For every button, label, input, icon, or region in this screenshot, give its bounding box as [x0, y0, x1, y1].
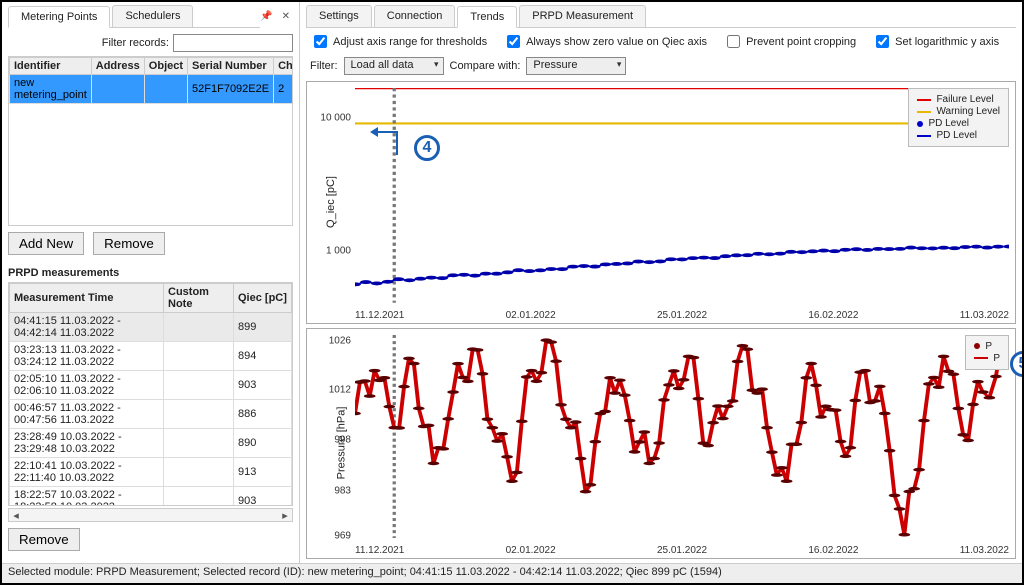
remove-measurement-button[interactable]: Remove [8, 528, 80, 551]
compare-combo[interactable]: Pressure [526, 57, 626, 75]
col-custom-note[interactable]: Custom Note [164, 284, 234, 313]
tab-metering-points[interactable]: Metering Points [8, 6, 110, 28]
right-panel: Settings Connection Trends PRPD Measurem… [300, 2, 1022, 563]
table-row[interactable]: 03:23:13 11.03.2022 - 03:24:12 11.03.202… [10, 342, 292, 371]
col-address[interactable]: Address [91, 58, 144, 75]
table-row[interactable]: new metering_point52F1F7092E2E2 [10, 75, 294, 104]
pressure-chart[interactable]: Pressure [hPa] 10261012998983969 11.12.2… [306, 328, 1016, 559]
horizontal-scrollbar[interactable]: ◂▸ [8, 508, 293, 522]
table-row[interactable]: 04:41:15 11.03.2022 - 04:42:14 11.03.202… [10, 313, 292, 342]
opt-adjust-axis[interactable]: Adjust axis range for thresholds [310, 32, 487, 51]
qiec-legend: Failure Level Warning Level PD Level PD … [908, 88, 1009, 147]
tab-schedulers[interactable]: Schedulers [112, 5, 193, 27]
col-identifier[interactable]: Identifier [10, 58, 92, 75]
table-row[interactable]: 00:46:57 11.03.2022 - 00:47:56 11.03.202… [10, 400, 292, 429]
filter-label-2: Filter: [310, 60, 338, 72]
opt-log-y[interactable]: Set logarithmic y axis [872, 32, 999, 51]
opt-prevent-crop[interactable]: Prevent point cropping [723, 32, 856, 51]
filter-input[interactable] [173, 34, 293, 52]
tab-settings[interactable]: Settings [306, 5, 372, 27]
table-row[interactable]: 02:05:10 11.03.2022 - 02:06:10 11.03.202… [10, 371, 292, 400]
tab-connection[interactable]: Connection [374, 5, 456, 27]
compare-label: Compare with: [450, 60, 521, 72]
table-row[interactable]: 18:22:57 10.03.2022 - 18:23:58 10.03.202… [10, 487, 292, 507]
table-row[interactable]: 23:28:49 10.03.2022 - 23:29:48 10.03.202… [10, 429, 292, 458]
status-bar: Selected module: PRPD Measurement; Selec… [2, 563, 1022, 583]
panel-pin-close-icons[interactable]: 📌 ✕ [260, 11, 293, 22]
left-tabs: Metering Points Schedulers [8, 5, 260, 28]
pressure-legend: P P [965, 335, 1009, 370]
chart-options: Adjust axis range for thresholds Always … [300, 28, 1022, 55]
metering-points-table[interactable]: Identifier Address Object Serial Number … [8, 56, 293, 226]
table-row[interactable]: 22:10:41 10.03.2022 - 22:11:40 10.03.202… [10, 458, 292, 487]
prpd-measurements-title: PRPD measurements [8, 267, 293, 279]
left-panel: Metering Points Schedulers 📌 ✕ Filter re… [2, 2, 300, 563]
col-serial[interactable]: Serial Number [188, 58, 274, 75]
callout-4: 4 [414, 135, 440, 161]
col-meas-time[interactable]: Measurement Time [10, 284, 164, 313]
opt-show-zero[interactable]: Always show zero value on Qiec axis [503, 32, 707, 51]
filter-label: Filter records: [102, 37, 169, 49]
add-new-button[interactable]: Add New [8, 232, 84, 255]
measurements-table[interactable]: Measurement Time Custom Note Qiec [pC] 0… [8, 282, 293, 506]
col-object[interactable]: Object [144, 58, 187, 75]
col-qiec[interactable]: Qiec [pC] [234, 284, 292, 313]
tab-prpd-measurement[interactable]: PRPD Measurement [519, 5, 646, 27]
qiec-chart[interactable]: Q_iec [pC] 10 0001 000 11.12.202102.01.2… [306, 81, 1016, 324]
filter-combo[interactable]: Load all data [344, 57, 444, 75]
remove-button[interactable]: Remove [93, 232, 165, 255]
tab-trends[interactable]: Trends [457, 6, 517, 28]
col-channel[interactable]: Channel [274, 58, 293, 75]
